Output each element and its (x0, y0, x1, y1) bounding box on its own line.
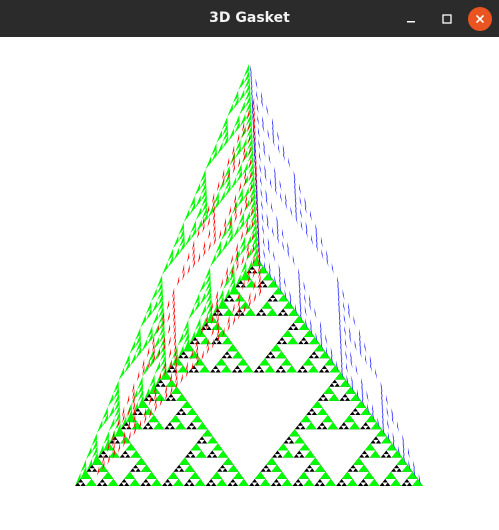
sierpinski-gasket (75, 64, 423, 486)
gasket-back-face (250, 64, 421, 485)
title-bar[interactable]: 3D Gasket (0, 0, 499, 37)
app-window: 3D Gasket (0, 0, 499, 530)
maximize-icon (442, 14, 452, 24)
minimize-button[interactable] (399, 7, 423, 31)
back-face-triangles (250, 64, 421, 485)
window-title: 3D Gasket (209, 10, 290, 26)
gasket-canvas-area (0, 37, 499, 530)
close-icon (476, 15, 484, 23)
minimize-icon (407, 21, 415, 23)
maximize-button[interactable] (435, 7, 459, 31)
close-button[interactable] (468, 7, 492, 31)
